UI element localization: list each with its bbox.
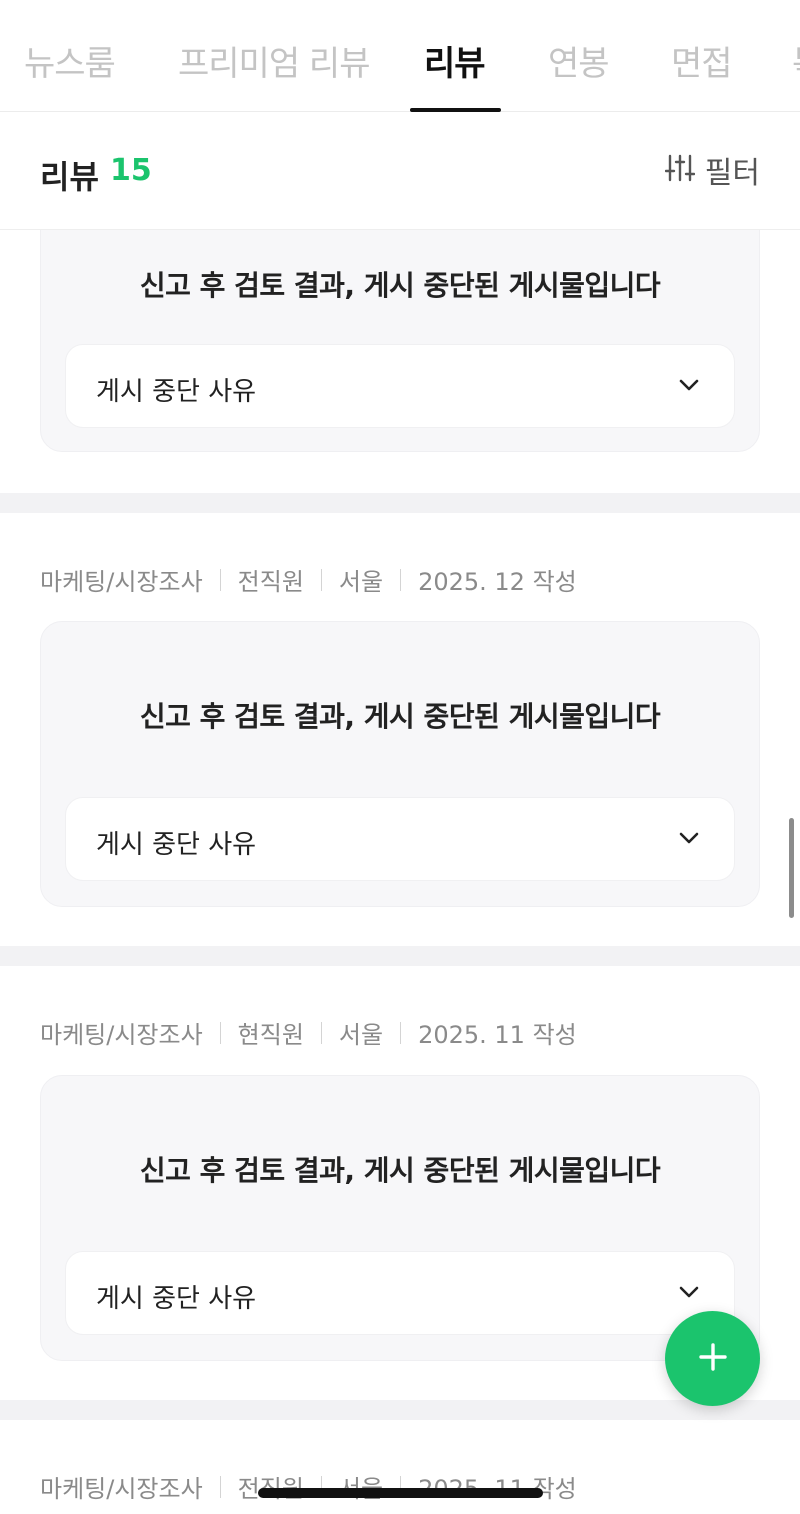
section-separator	[0, 493, 800, 513]
written-date: 2025. 12 작성	[418, 568, 577, 596]
review-meta: 마케팅/시장조사 전직원 서울 2025. 12 작성	[40, 562, 577, 597]
blocked-review-card: 신고 후 검토 결과, 게시 중단된 게시물입니다 게시 중단 사유	[40, 1075, 760, 1361]
chevron-down-icon	[678, 1284, 700, 1303]
review-list-header: 리뷰 15 필터	[0, 112, 800, 230]
written-date: 2025. 11 작성	[418, 1475, 577, 1503]
section-separator	[0, 946, 800, 966]
filter-label: 필터	[704, 156, 760, 191]
blocked-notice: 신고 후 검토 결과, 게시 중단된 게시물입니다	[139, 700, 661, 733]
job-category: 마케팅/시장조사	[40, 1021, 203, 1049]
blocked-reason-dropdown[interactable]: 게시 중단 사유	[65, 344, 735, 428]
blocked-reason-label: 게시 중단 사유	[96, 1284, 257, 1314]
employment-status: 현직원	[237, 1021, 304, 1049]
written-date: 2025. 11 작성	[418, 1021, 577, 1049]
blocked-reason-label: 게시 중단 사유	[96, 377, 257, 407]
scrollbar[interactable]	[789, 818, 794, 918]
write-review-fab[interactable]	[665, 1311, 760, 1406]
tab-salary[interactable]: 연봉	[548, 36, 610, 85]
location: 서울	[338, 568, 384, 596]
tab-newsroom[interactable]: 뉴스룸	[24, 36, 116, 85]
blocked-notice: 신고 후 검토 결과, 게시 중단된 게시물입니다	[139, 1154, 661, 1187]
meta-divider	[400, 1021, 402, 1044]
chevron-down-icon	[678, 377, 700, 396]
tab-premium-review[interactable]: 프리미엄 리뷰	[178, 36, 370, 85]
page-title: 리뷰	[40, 158, 99, 196]
review-count: 15	[110, 153, 152, 188]
plus-icon	[698, 1342, 728, 1376]
tab-welfare[interactable]: 복	[792, 36, 800, 85]
filter-button[interactable]: 필터	[664, 150, 760, 191]
meta-divider	[400, 568, 402, 591]
section-separator	[0, 1400, 800, 1420]
meta-divider	[219, 1475, 221, 1498]
top-tab-bar: 뉴스룸 프리미엄 리뷰 리뷰 연봉 면접 복	[0, 0, 800, 112]
blocked-reason-dropdown[interactable]: 게시 중단 사유	[65, 1251, 735, 1335]
location: 서울	[338, 1021, 384, 1049]
employment-status: 전직원	[238, 1469, 304, 1504]
employment-status: 전직원	[237, 568, 304, 596]
blocked-review-card: 신고 후 검토 결과, 게시 중단된 게시물입니다 게시 중단 사유	[40, 621, 760, 907]
job-category: 마케팅/시장조사	[40, 568, 203, 596]
review-meta: 마케팅/시장조사 현직원 서울 2025. 11 작성	[40, 1015, 577, 1050]
sliders-icon	[664, 153, 695, 187]
blocked-reason-dropdown[interactable]: 게시 중단 사유	[65, 797, 735, 881]
blocked-reason-label: 게시 중단 사유	[96, 830, 257, 860]
tab-review[interactable]: 리뷰	[424, 36, 486, 85]
meta-divider	[219, 1021, 221, 1044]
job-category: 마케팅/시장조사	[40, 1475, 203, 1503]
meta-divider	[320, 1021, 322, 1044]
review-meta: 마케팅/시장조사 전직원 서울 2025. 11 작성	[40, 1469, 577, 1504]
blocked-notice: 신고 후 검토 결과, 게시 중단된 게시물입니다	[139, 269, 661, 302]
home-indicator[interactable]	[258, 1488, 543, 1498]
meta-divider	[219, 568, 221, 591]
meta-divider	[320, 568, 322, 591]
tab-interview[interactable]: 면접	[671, 36, 733, 85]
location: 서울	[339, 1469, 383, 1504]
chevron-down-icon	[678, 830, 700, 849]
